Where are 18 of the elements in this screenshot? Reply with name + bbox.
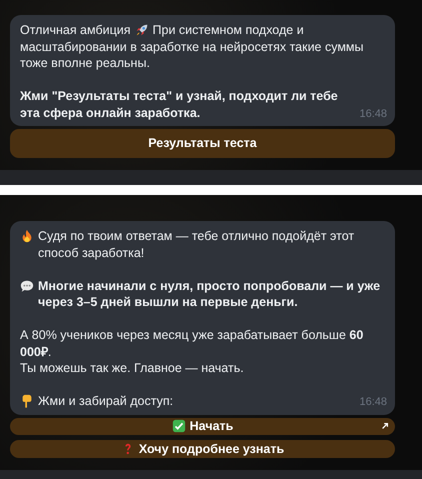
checkmark-icon — [172, 419, 186, 434]
speech-bubble-icon — [20, 278, 34, 292]
message-text: Отличная амбиция — [20, 22, 131, 38]
inline-button[interactable]: Хочу подробнее узнать — [10, 440, 395, 458]
message-text: А 80% учеников через месяц уже зарабатывает больше 60 000₽. Ты можешь так же. Главное — начать. — [20, 327, 364, 376]
message-text: масштабировании в заработке на нейросетях такие суммы тоже вполне реальны. — [20, 38, 365, 72]
message-text: Многие начинали с нуля, просто попробовали — и уже через 3–5 дней вышли на первые деньги. — [38, 278, 382, 310]
rocket-icon — [134, 23, 149, 38]
message-text: Жми "Результаты теста" и узнай, подходит ли тебе эта сфера онлайн заработка. — [20, 88, 339, 121]
inline-button[interactable]: Результаты теста — [10, 129, 395, 158]
message-text: Жми и забирай доступ: — [38, 393, 174, 410]
inline-button[interactable]: Начать — [10, 418, 395, 436]
message-time: 16:48 — [359, 106, 387, 122]
fire-icon — [20, 229, 34, 243]
message-text: Судя по твоим ответам — тебе отлично подойдёт этот способ заработка! — [38, 228, 356, 261]
message-time: 16:48 — [359, 395, 387, 410]
message-text: При системном подходе и — [152, 22, 304, 38]
external-link-icon — [381, 422, 389, 430]
